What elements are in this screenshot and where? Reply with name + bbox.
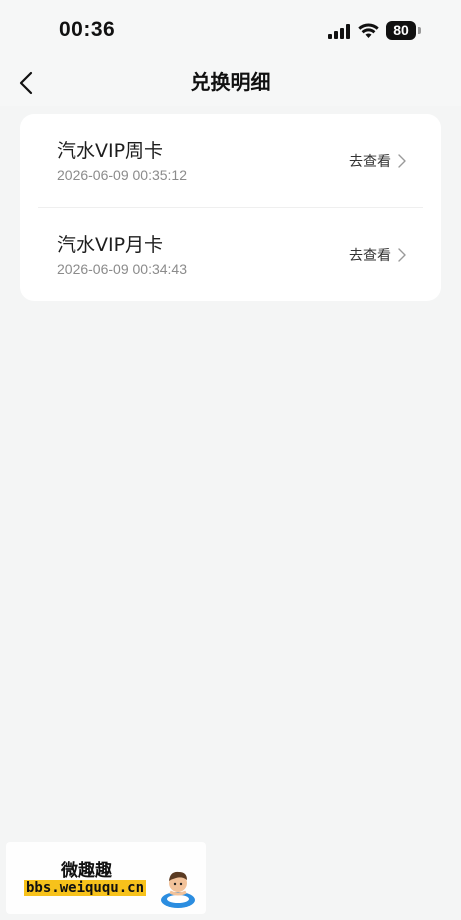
battery-icon: 80	[386, 21, 422, 41]
mascot-icon	[161, 871, 195, 908]
battery-level: 80	[386, 21, 416, 40]
record-name: 汽水VIP月卡	[57, 234, 164, 256]
records-card: 汽水VIP周卡 2026-06-09 00:35:12 去查看 汽水VIP月卡 …	[20, 114, 441, 301]
status-bar: 00:36 80	[0, 0, 461, 58]
chevron-right-icon	[398, 248, 406, 262]
page-title: 兑换明细	[190, 70, 271, 94]
list-item[interactable]: 汽水VIP周卡 2026-06-09 00:35:12 去查看	[20, 114, 441, 207]
chevron-right-icon	[398, 154, 406, 168]
list-item[interactable]: 汽水VIP月卡 2026-06-09 00:34:43 去查看	[20, 208, 441, 301]
watermark: 微趣趣 bbs.weiququ.cn	[6, 842, 206, 914]
wifi-icon	[358, 23, 379, 38]
record-time: 2026-06-09 00:35:12	[57, 167, 187, 183]
nav-bar: 兑换明细	[0, 58, 461, 106]
view-link[interactable]: 去查看	[349, 245, 391, 265]
signal-icon	[328, 24, 350, 39]
watermark-title: 微趣趣	[61, 861, 112, 881]
record-name: 汽水VIP周卡	[57, 140, 164, 162]
view-link[interactable]: 去查看	[349, 151, 391, 171]
record-time: 2026-06-09 00:34:43	[57, 261, 187, 277]
watermark-url: bbs.weiququ.cn	[24, 880, 147, 896]
battery-cap	[418, 27, 421, 34]
status-time: 00:36	[59, 18, 116, 41]
